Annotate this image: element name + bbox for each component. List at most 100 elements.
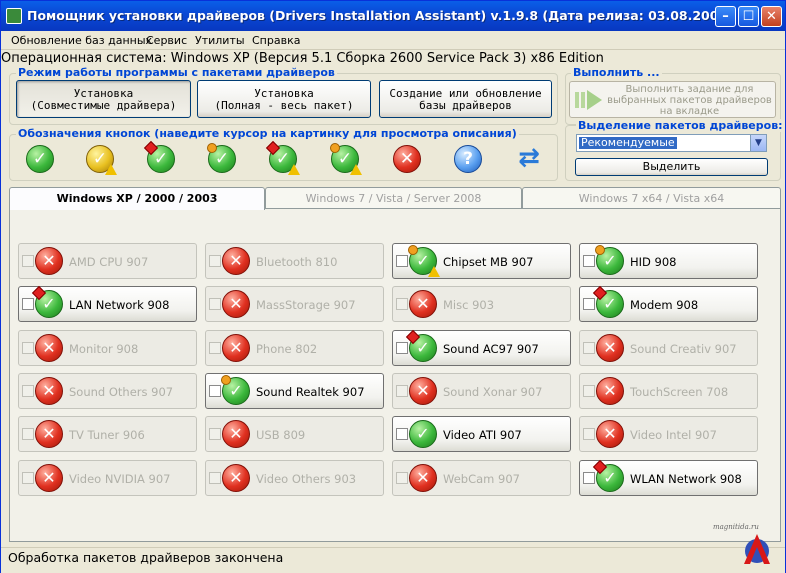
menu-service[interactable]: Сервис [146, 34, 187, 47]
driver-tile-sound-creativ-907[interactable]: ✕ Sound Creativ 907 [579, 330, 758, 366]
driver-checkbox[interactable] [22, 342, 34, 354]
driver-tile-modem-908[interactable]: ✓ Modem 908 [579, 285, 758, 322]
driver-tile-amd-cpu-907[interactable]: ✕ AMD CPU 907 [18, 243, 197, 279]
driver-checkbox[interactable] [583, 255, 595, 267]
maximize-button[interactable]: ☐ [738, 6, 759, 27]
cross-icon: ✕ [35, 420, 63, 448]
cross-icon: ✕ [222, 334, 250, 362]
driver-tile-usb-809[interactable]: ✕ USB 809 [205, 416, 384, 452]
check-icon: ✓ [31, 285, 63, 318]
refresh-icon[interactable]: ⇄ [515, 144, 543, 172]
tab-windows-7-x64[interactable]: Windows 7 x64 / Vista x64 [522, 187, 781, 209]
driver-tile-video-ati-907[interactable]: ✓ Video ATI 907 [392, 416, 571, 452]
close-button[interactable]: ✕ [761, 6, 782, 27]
driver-tile-hid-908[interactable]: ✓ HID 908 [579, 243, 758, 279]
driver-checkbox[interactable] [209, 298, 221, 310]
install-full-button[interactable]: Установка (Полная - весь пакет) [197, 80, 371, 118]
os-info: Операционная система: Windows XP (Версия… [1, 51, 604, 66]
driver-tile-massstorage-907[interactable]: ✕ MassStorage 907 [205, 286, 384, 322]
driver-tile-video-intel-907[interactable]: ✕ Video Intel 907 [579, 416, 758, 452]
driver-name: HID 908 [630, 255, 677, 269]
os-tabs: Windows XP / 2000 / 2003 Windows 7 / Vis… [9, 187, 781, 210]
driver-checkbox[interactable] [209, 385, 221, 397]
cross-icon: ✕ [409, 290, 437, 318]
tab-windows-7[interactable]: Windows 7 / Vista / Server 2008 [265, 187, 522, 209]
driver-tile-sound-xonar-907[interactable]: ✕ Sound Xonar 907 [392, 373, 571, 409]
driver-checkbox[interactable] [396, 255, 408, 267]
cross-icon[interactable]: ✕ [393, 145, 421, 173]
driver-name: Modem 908 [630, 298, 699, 312]
driver-name: Sound Xonar 907 [443, 385, 543, 399]
driver-checkbox[interactable] [209, 255, 221, 267]
help-icon[interactable]: ? [454, 145, 482, 173]
driver-tile-touchscreen-708[interactable]: ✕ TouchScreen 708 [579, 373, 758, 409]
driver-checkbox[interactable] [583, 472, 595, 484]
check-update-warning-icon[interactable]: ✓ [330, 143, 362, 175]
driver-checkbox[interactable] [583, 342, 595, 354]
menu-utilities[interactable]: Утилиты [195, 34, 245, 47]
check-icon[interactable]: ✓ [26, 145, 54, 173]
driver-checkbox[interactable] [22, 385, 34, 397]
driver-checkbox[interactable] [209, 428, 221, 440]
driver-tile-video-nvidia-907[interactable]: ✕ Video NVIDIA 907 [18, 460, 197, 496]
menu-help[interactable]: Справка [252, 34, 300, 47]
driver-tile-wlan-network-908[interactable]: ✓ WLAN Network 908 [579, 459, 758, 496]
driver-name: USB 809 [256, 428, 306, 442]
chevron-down-icon[interactable]: ▼ [750, 135, 766, 151]
check-icon: ✓ [405, 329, 437, 362]
driver-tile-sound-realtek-907[interactable]: ✓ Sound Realtek 907 [205, 373, 384, 409]
driver-checkbox[interactable] [396, 428, 408, 440]
driver-tile-webcam-907[interactable]: ✕ WebCam 907 [392, 460, 571, 496]
check-warning-yellow-icon[interactable]: ✓ [86, 145, 117, 175]
tab-windows-xp[interactable]: Windows XP / 2000 / 2003 [9, 187, 265, 210]
status-bar: Обработка пакетов драйверов закончена [1, 547, 785, 573]
install-full-line2: (Полная - весь пакет) [214, 99, 354, 112]
check-new-warning-icon[interactable]: ✓ [265, 140, 300, 175]
minimize-button[interactable]: – [715, 6, 736, 27]
install-compatible-button[interactable]: Установка (Совместимые драйвера) [16, 80, 191, 118]
driver-checkbox[interactable] [396, 385, 408, 397]
title-bar[interactable]: Помощник установки драйверов (Drivers In… [1, 1, 785, 31]
driver-name: Bluetooth 810 [256, 255, 338, 269]
menu-update-db[interactable]: Обновление баз данных [11, 34, 152, 47]
cross-icon: ✕ [222, 420, 250, 448]
driver-checkbox[interactable] [209, 472, 221, 484]
driver-checkbox[interactable] [396, 472, 408, 484]
driver-checkbox[interactable] [209, 342, 221, 354]
driver-checkbox[interactable] [22, 428, 34, 440]
create-db-button[interactable]: Создание или обновление базы драйверов [379, 80, 552, 118]
install-compatible-line2: (Совместимые драйвера) [30, 99, 177, 112]
driver-checkbox[interactable] [22, 472, 34, 484]
driver-tile-sound-ac97-907[interactable]: ✓ Sound AC97 907 [392, 329, 571, 366]
driver-tile-lan-network-908[interactable]: ✓ LAN Network 908 [18, 285, 197, 322]
driver-checkbox[interactable] [396, 298, 408, 310]
check-update-icon[interactable]: ✓ [207, 143, 236, 173]
drivers-panel: ✕ AMD CPU 907 ✕ Bluetooth 810 ✓ Chipset MB 90… [9, 208, 781, 542]
driver-name: AMD CPU 907 [69, 255, 149, 269]
driver-tile-chipset-mb-907[interactable]: ✓ Chipset MB 907 [392, 243, 571, 279]
driver-name: WLAN Network 908 [630, 472, 742, 486]
run-task-button[interactable]: Выполнить задание для выбранных пакетов … [569, 81, 776, 118]
driver-checkbox[interactable] [583, 428, 595, 440]
cross-icon: ✕ [35, 334, 63, 362]
check-new-icon[interactable]: ✓ [143, 140, 175, 173]
driver-tile-misc-903[interactable]: ✕ Misc 903 [392, 286, 571, 322]
driver-tile-tv-tuner-906[interactable]: ✕ TV Tuner 906 [18, 416, 197, 452]
cross-icon: ✕ [222, 290, 250, 318]
driver-tile-video-others-903[interactable]: ✕ Video Others 903 [205, 460, 384, 496]
driver-checkbox[interactable] [22, 298, 34, 310]
driver-checkbox[interactable] [583, 298, 595, 310]
driver-tile-bluetooth-810[interactable]: ✕ Bluetooth 810 [205, 243, 384, 279]
driver-checkbox[interactable] [22, 255, 34, 267]
driver-tile-phone-802[interactable]: ✕ Phone 802 [205, 330, 384, 366]
driver-name: TouchScreen 708 [630, 385, 729, 399]
cross-icon: ✕ [35, 464, 63, 492]
driver-tile-monitor-908[interactable]: ✕ Monitor 908 [18, 330, 197, 366]
driver-checkbox[interactable] [396, 342, 408, 354]
package-select-dropdown[interactable]: Рекомендуемые ▼ [576, 134, 767, 152]
select-button[interactable]: Выделить [575, 158, 768, 176]
cross-icon: ✕ [35, 247, 63, 275]
arrow-right-icon [575, 90, 602, 110]
driver-tile-sound-others-907[interactable]: ✕ Sound Others 907 [18, 373, 197, 409]
driver-checkbox[interactable] [583, 385, 595, 397]
